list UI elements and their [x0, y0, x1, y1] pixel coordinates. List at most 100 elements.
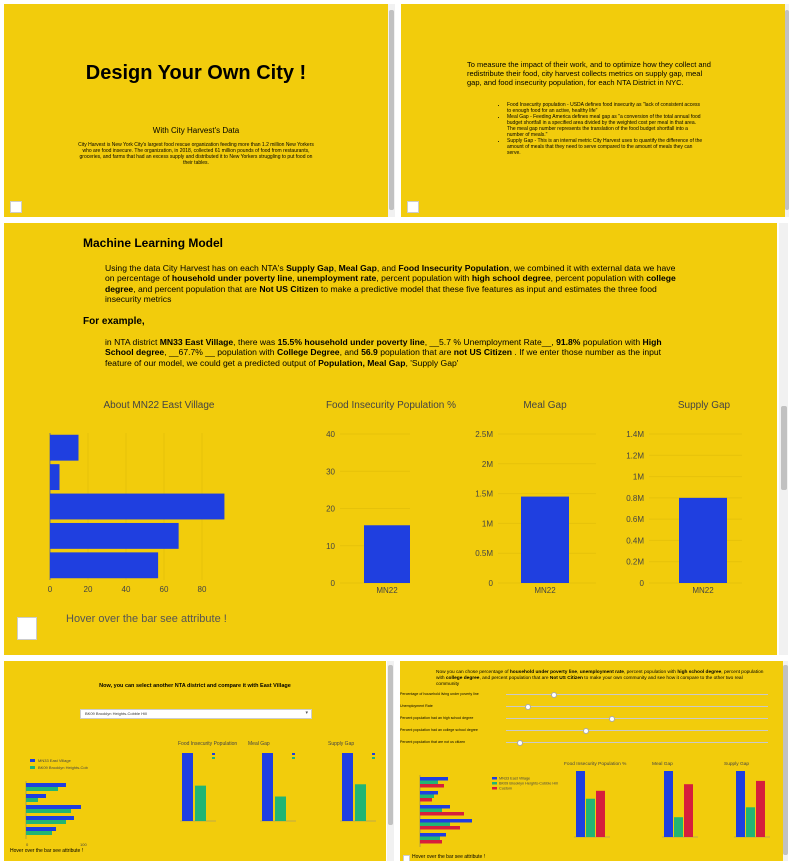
vbar[interactable]	[586, 798, 595, 837]
body-text: Using the data City Harvest has on each …	[105, 263, 287, 273]
chart-title: Food Insecurity Population	[178, 741, 237, 747]
hbar[interactable]	[420, 780, 438, 785]
subtitle: With City Harvest's Data	[152, 126, 240, 135]
hbar[interactable]	[420, 784, 444, 788]
slide-number-badge	[407, 201, 419, 213]
vbar[interactable]	[195, 785, 206, 821]
hbar[interactable]	[420, 826, 460, 830]
hbar[interactable]	[420, 819, 472, 823]
hbar[interactable]	[26, 798, 38, 802]
vbar[interactable]	[521, 496, 569, 583]
emphasis-text: 91.8%	[556, 337, 581, 347]
slider-handle[interactable]	[608, 716, 615, 722]
scrollbar-thumb[interactable]	[783, 665, 788, 855]
scrollbar[interactable]	[785, 4, 789, 217]
chart-title: Meal Gap	[652, 761, 673, 767]
vbar[interactable]	[746, 807, 755, 837]
hbar[interactable]	[26, 827, 56, 831]
chart-title: Supply Gap	[724, 761, 749, 767]
hbar[interactable]	[50, 434, 79, 461]
body-text: , and	[376, 263, 399, 273]
chart-title: Meal Gap	[248, 741, 270, 747]
main-charts[interactable]: About MN22 East Village 0 20 40 60 80 Food Ins…	[4, 388, 777, 648]
vbar[interactable]	[736, 771, 745, 837]
hbar[interactable]	[26, 794, 46, 798]
body-text: , percent population with	[550, 273, 647, 284]
hbar[interactable]	[50, 493, 225, 520]
scrollbar-thumb[interactable]	[389, 10, 394, 210]
vbar[interactable]	[756, 780, 765, 837]
vbar[interactable]	[664, 771, 673, 837]
hbar[interactable]	[26, 816, 74, 820]
slider-handle[interactable]	[582, 728, 589, 734]
hbar[interactable]	[420, 822, 450, 827]
slider-handle[interactable]	[517, 740, 524, 746]
vbar[interactable]	[364, 525, 410, 583]
hbar[interactable]	[420, 798, 432, 802]
legend-label: MN33 East Village	[499, 777, 530, 781]
hbar[interactable]	[50, 464, 60, 491]
vbar[interactable]	[262, 753, 273, 821]
scrollbar-thumb[interactable]	[781, 406, 787, 490]
emphasis-text: household under poverty line	[171, 273, 293, 284]
scrollbar[interactable]	[779, 223, 788, 655]
slider-track[interactable]	[506, 706, 768, 707]
hbar[interactable]	[26, 783, 66, 787]
hbar[interactable]	[26, 809, 71, 813]
hbar[interactable]	[420, 812, 464, 816]
hbar[interactable]	[420, 836, 440, 841]
hbar[interactable]	[26, 787, 58, 791]
hbar[interactable]	[26, 805, 81, 809]
hbar[interactable]	[420, 805, 450, 809]
vbar[interactable]	[355, 784, 366, 821]
slide-number-badge	[17, 617, 37, 640]
slider-track[interactable]	[506, 718, 768, 719]
slide-ml-model: Machine Learning Model Using the data Ci…	[4, 223, 777, 655]
vbar[interactable]	[182, 753, 193, 821]
tick-label: 60	[160, 585, 169, 594]
scrollbar-thumb[interactable]	[388, 665, 393, 825]
hbar[interactable]	[420, 833, 446, 837]
scrollbar[interactable]	[388, 4, 395, 217]
hbar[interactable]	[420, 791, 438, 795]
hbar[interactable]	[420, 840, 442, 844]
hbar[interactable]	[420, 777, 448, 781]
hbar[interactable]	[420, 794, 434, 799]
scrollbar[interactable]	[783, 661, 788, 861]
legend-label: BK09 Brooklyn Heights-Cobble Hill	[499, 782, 558, 786]
body-text: , and	[339, 347, 362, 358]
slider-track[interactable]	[506, 694, 768, 695]
custom-charts[interactable]: MN33 East VillageBK09 Brooklyn Heights-C…	[400, 753, 783, 857]
compare-instruction: Now, you can select another NTA district…	[99, 683, 291, 689]
hbar[interactable]	[50, 552, 159, 579]
hbar[interactable]	[26, 831, 52, 835]
slider-track[interactable]	[506, 742, 768, 743]
vbar[interactable]	[679, 497, 727, 583]
vbar[interactable]	[275, 796, 286, 821]
vbar[interactable]	[576, 771, 585, 837]
emphasis-text: College Degree	[276, 347, 340, 358]
vbar[interactable]	[684, 784, 693, 837]
tick-label: 30	[326, 467, 335, 476]
hbar[interactable]	[420, 808, 442, 813]
hbar[interactable]	[50, 522, 179, 549]
emphasis-text: college degree	[445, 676, 480, 681]
chevron-down-icon: ▾	[305, 710, 308, 716]
scrollbar-thumb[interactable]	[785, 10, 789, 210]
scrollbar[interactable]	[387, 661, 394, 861]
tick-label: 20	[84, 585, 93, 594]
hbar[interactable]	[26, 820, 66, 824]
tick-label: 40	[122, 585, 131, 594]
vbar[interactable]	[596, 790, 605, 837]
vbar[interactable]	[342, 753, 353, 821]
legend-swatch	[292, 753, 295, 755]
vbar[interactable]	[674, 817, 683, 837]
body-text: , 'Supply Gap'	[405, 357, 459, 368]
tick-label: 0.6M	[626, 515, 644, 524]
slider-track[interactable]	[506, 730, 768, 731]
compare-charts[interactable]: MN33 East Village BK09 Brooklyn Heights-C…	[4, 721, 386, 861]
legend-swatch	[492, 782, 497, 785]
nta-dropdown[interactable]: BK09 Brooklyn Heights-Cobble Hill ▾	[80, 709, 312, 719]
slider-handle[interactable]	[524, 704, 531, 710]
slider-handle[interactable]	[551, 692, 558, 698]
